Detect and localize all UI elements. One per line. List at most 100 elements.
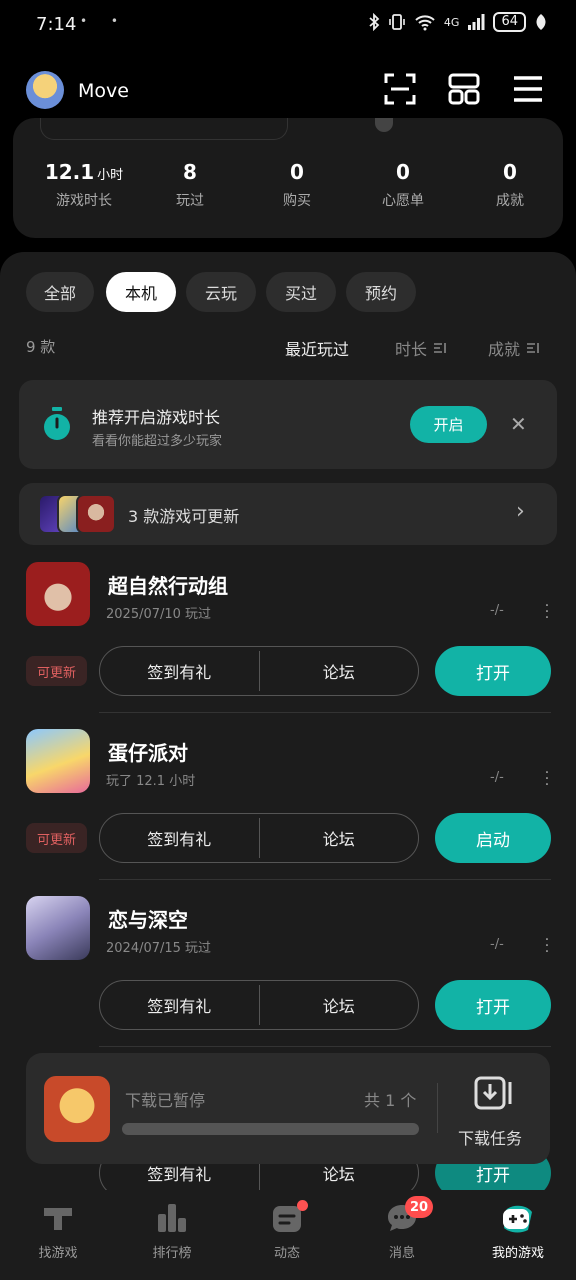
stat-achievements[interactable]: 0 成就	[455, 160, 565, 210]
more-options-icon[interactable]: · · ·	[544, 766, 550, 792]
sort-duration-label: 时长	[395, 340, 428, 359]
sort-achievement[interactable]: 成就	[488, 336, 540, 360]
stat-value: 0	[503, 160, 517, 184]
scan-icon[interactable]	[383, 72, 417, 106]
stat-label: 心愿单	[382, 193, 424, 209]
status-time: 7:14	[36, 14, 77, 35]
tab-local[interactable]: 本机	[106, 272, 176, 312]
checkin-button[interactable]: 签到有礼	[100, 814, 259, 862]
leaf-icon	[536, 14, 546, 30]
launch-game-button[interactable]: 启动	[435, 813, 551, 863]
nav-label: 动态	[273, 1246, 300, 1261]
download-task-label[interactable]: 下载任务	[458, 1125, 522, 1149]
ranking-icon	[158, 1204, 186, 1232]
nav-my-games[interactable]: 我的游戏	[478, 1200, 558, 1261]
wifi-icon	[415, 15, 435, 31]
stat-played[interactable]: 8 玩过	[135, 160, 245, 210]
tab-all[interactable]: 全部	[26, 272, 94, 312]
download-count: 共 1 个	[364, 1091, 417, 1110]
stat-wishlist[interactable]: 0 心愿单	[348, 160, 458, 210]
find-games-icon	[44, 1208, 72, 1230]
game-rating: -/-	[490, 603, 504, 618]
enable-playtime-button[interactable]: 开启	[410, 406, 487, 443]
game-meta: 2025/07/10 玩过	[106, 607, 212, 622]
stat-value: 12.1	[44, 160, 95, 184]
battery-indicator: 64	[493, 12, 526, 32]
stat-value: 0	[396, 160, 410, 184]
sort-recent[interactable]: 最近玩过	[285, 336, 349, 360]
message-count-badge: 20	[405, 1196, 434, 1218]
forum-button[interactable]: 论坛	[260, 981, 419, 1029]
game-icon[interactable]	[26, 562, 90, 626]
game-rating: -/-	[490, 770, 504, 785]
bluetooth-icon	[369, 13, 380, 31]
game-actions: 签到有礼 论坛	[99, 646, 419, 696]
menu-icon[interactable]	[511, 72, 545, 106]
download-status: 下载已暂停	[125, 1091, 206, 1110]
nav-feed[interactable]: 动态	[247, 1200, 327, 1261]
more-options-icon[interactable]: · · ·	[544, 933, 550, 959]
nav-ranking[interactable]: 排行榜	[132, 1200, 212, 1261]
update-badge: 可更新	[26, 823, 87, 853]
tab-cloud[interactable]: 云玩	[186, 272, 256, 312]
game-name[interactable]: 超自然行动组	[108, 570, 228, 599]
stat-unit: 小时	[97, 168, 124, 183]
avatar[interactable]	[26, 71, 64, 109]
status-notification-dots: • •	[80, 14, 128, 28]
grid-icon[interactable]	[447, 72, 481, 106]
network-type: 4G	[443, 15, 460, 29]
game-name[interactable]: 恋与深空	[108, 904, 188, 933]
my-games-icon	[503, 1205, 532, 1233]
stat-label: 游戏时长	[56, 193, 112, 209]
tip-subtitle: 看看你能超过多少玩家	[92, 434, 223, 449]
sort-icon	[527, 343, 539, 353]
game-rating: -/-	[490, 937, 504, 952]
sort-duration[interactable]: 时长	[395, 336, 447, 360]
game-icon[interactable]	[26, 729, 90, 793]
game-actions: 签到有礼 论坛	[99, 813, 419, 863]
stat-playtime[interactable]: 12.1 小时 游戏时长	[29, 160, 139, 210]
forum-button[interactable]: 论坛	[260, 647, 419, 695]
vibrate-icon	[389, 14, 405, 30]
update-banner-text: 3 款游戏可更新	[128, 507, 240, 526]
stats-card-top-remnant	[40, 118, 288, 140]
tab-purchased[interactable]: 买过	[266, 272, 336, 312]
tab-reserved[interactable]: 预约	[346, 272, 416, 312]
game-actions: 签到有礼 论坛	[99, 980, 419, 1030]
game-meta: 2024/07/15 玩过	[106, 941, 212, 956]
checkin-button[interactable]: 签到有礼	[100, 981, 259, 1029]
open-game-button[interactable]: 打开	[435, 646, 551, 696]
game-count: 9 款	[26, 338, 56, 356]
divider	[99, 1046, 551, 1047]
download-task-icon[interactable]	[474, 1076, 514, 1110]
nav-find-games[interactable]: 找游戏	[18, 1200, 98, 1261]
divider	[99, 879, 551, 880]
game-meta: 玩了 12.1 小时	[106, 774, 196, 789]
stopwatch-icon	[44, 407, 70, 440]
more-options-icon[interactable]: · · ·	[544, 599, 550, 625]
game-name[interactable]: 蛋仔派对	[108, 737, 188, 766]
close-icon[interactable]: ✕	[510, 412, 527, 436]
chevron-right-icon: ›	[516, 499, 525, 524]
checkin-button[interactable]: 签到有礼	[100, 647, 259, 695]
sort-icon	[434, 343, 446, 353]
forum-button[interactable]: 论坛	[260, 814, 419, 862]
update-thumb-3	[76, 494, 116, 534]
divider	[99, 712, 551, 713]
username[interactable]: Move	[78, 80, 129, 102]
stat-label: 成就	[496, 193, 524, 209]
download-game-icon	[44, 1076, 110, 1142]
stat-purchased[interactable]: 0 购买	[242, 160, 352, 210]
status-icons: 4G 64	[368, 12, 548, 32]
tip-title: 推荐开启游戏时长	[92, 408, 221, 427]
download-progress-bar	[122, 1123, 419, 1135]
open-game-button[interactable]: 打开	[435, 980, 551, 1030]
nav-label: 我的游戏	[491, 1246, 544, 1261]
game-icon[interactable]	[26, 896, 90, 960]
update-badge: 可更新	[26, 656, 87, 686]
nav-label: 找游戏	[38, 1246, 78, 1261]
stat-value: 0	[290, 160, 304, 184]
sort-achievement-label: 成就	[488, 340, 521, 359]
stat-label: 玩过	[176, 193, 204, 209]
nav-label: 消息	[388, 1246, 415, 1261]
